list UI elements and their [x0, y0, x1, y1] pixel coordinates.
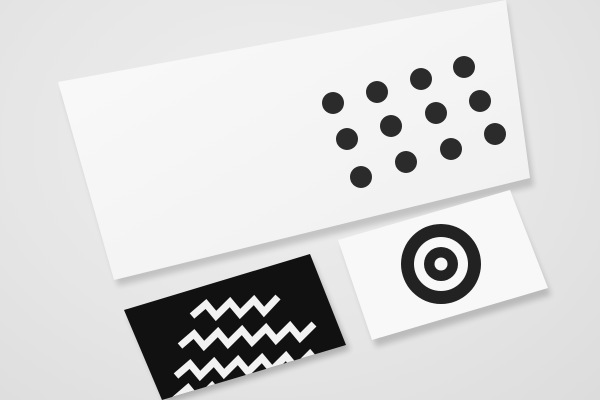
- envelope-dot: [350, 166, 372, 188]
- envelope-dot: [469, 90, 491, 112]
- envelope-dot: [395, 151, 417, 173]
- stationery-mockup: [58, 0, 551, 400]
- envelope-dot: [322, 92, 344, 114]
- envelope-dot: [336, 128, 358, 150]
- envelope-dot: [453, 56, 475, 78]
- envelope-dot: [410, 68, 432, 90]
- envelope-dot: [366, 81, 388, 103]
- envelope-dot: [484, 123, 506, 145]
- target-icon: [401, 224, 481, 304]
- envelope-dot: [380, 115, 402, 137]
- envelope-dot: [440, 138, 462, 160]
- stationery-mockup-scene: [0, 0, 600, 400]
- envelope-dot: [425, 102, 447, 124]
